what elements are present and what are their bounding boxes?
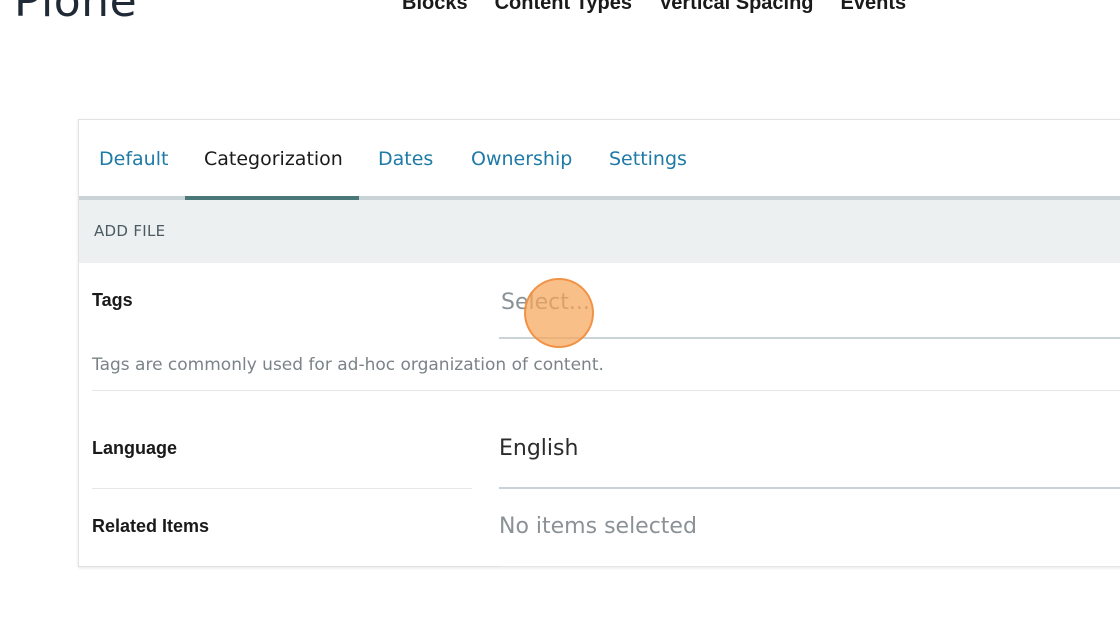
tags-placeholder: Select... <box>501 290 590 315</box>
field-divider <box>92 488 472 489</box>
tab-bar: Default Categorization Dates Ownership S… <box>79 120 1120 200</box>
nav-item-content-types[interactable]: Content Types <box>495 0 632 15</box>
language-label: Language <box>92 438 178 458</box>
tab-ownership[interactable]: Ownership <box>471 120 572 200</box>
tags-help-text: Tags are commonly used for ad-hoc organi… <box>92 355 604 375</box>
top-navigation: Blocks Content Types Vertical Spacing Ev… <box>402 0 906 15</box>
tab-categorization[interactable]: Categorization <box>204 120 343 200</box>
site-logo[interactable]: Plone <box>14 0 137 27</box>
nav-item-events[interactable]: Events <box>841 0 907 15</box>
field-divider <box>499 566 1120 567</box>
page: Plone Blocks Content Types Vertical Spac… <box>0 0 1120 626</box>
form-card: Default Categorization Dates Ownership S… <box>78 119 1120 567</box>
related-items-widget[interactable]: No items selected <box>499 514 697 539</box>
nav-item-vertical-spacing[interactable]: Vertical Spacing <box>659 0 814 15</box>
language-select[interactable]: English <box>499 436 578 461</box>
related-items-label: Related Items <box>92 516 210 536</box>
tab-default[interactable]: Default <box>99 120 168 200</box>
field-divider <box>92 390 1120 391</box>
language-select-underline <box>499 487 1120 489</box>
section-title: ADD FILE <box>94 222 166 240</box>
nav-item-blocks[interactable]: Blocks <box>402 0 468 15</box>
tags-label: Tags <box>92 290 133 310</box>
tags-select-input[interactable]: Select... <box>499 275 1120 339</box>
tab-settings[interactable]: Settings <box>609 120 687 200</box>
section-header: ADD FILE <box>79 200 1120 263</box>
tab-dates[interactable]: Dates <box>378 120 433 200</box>
